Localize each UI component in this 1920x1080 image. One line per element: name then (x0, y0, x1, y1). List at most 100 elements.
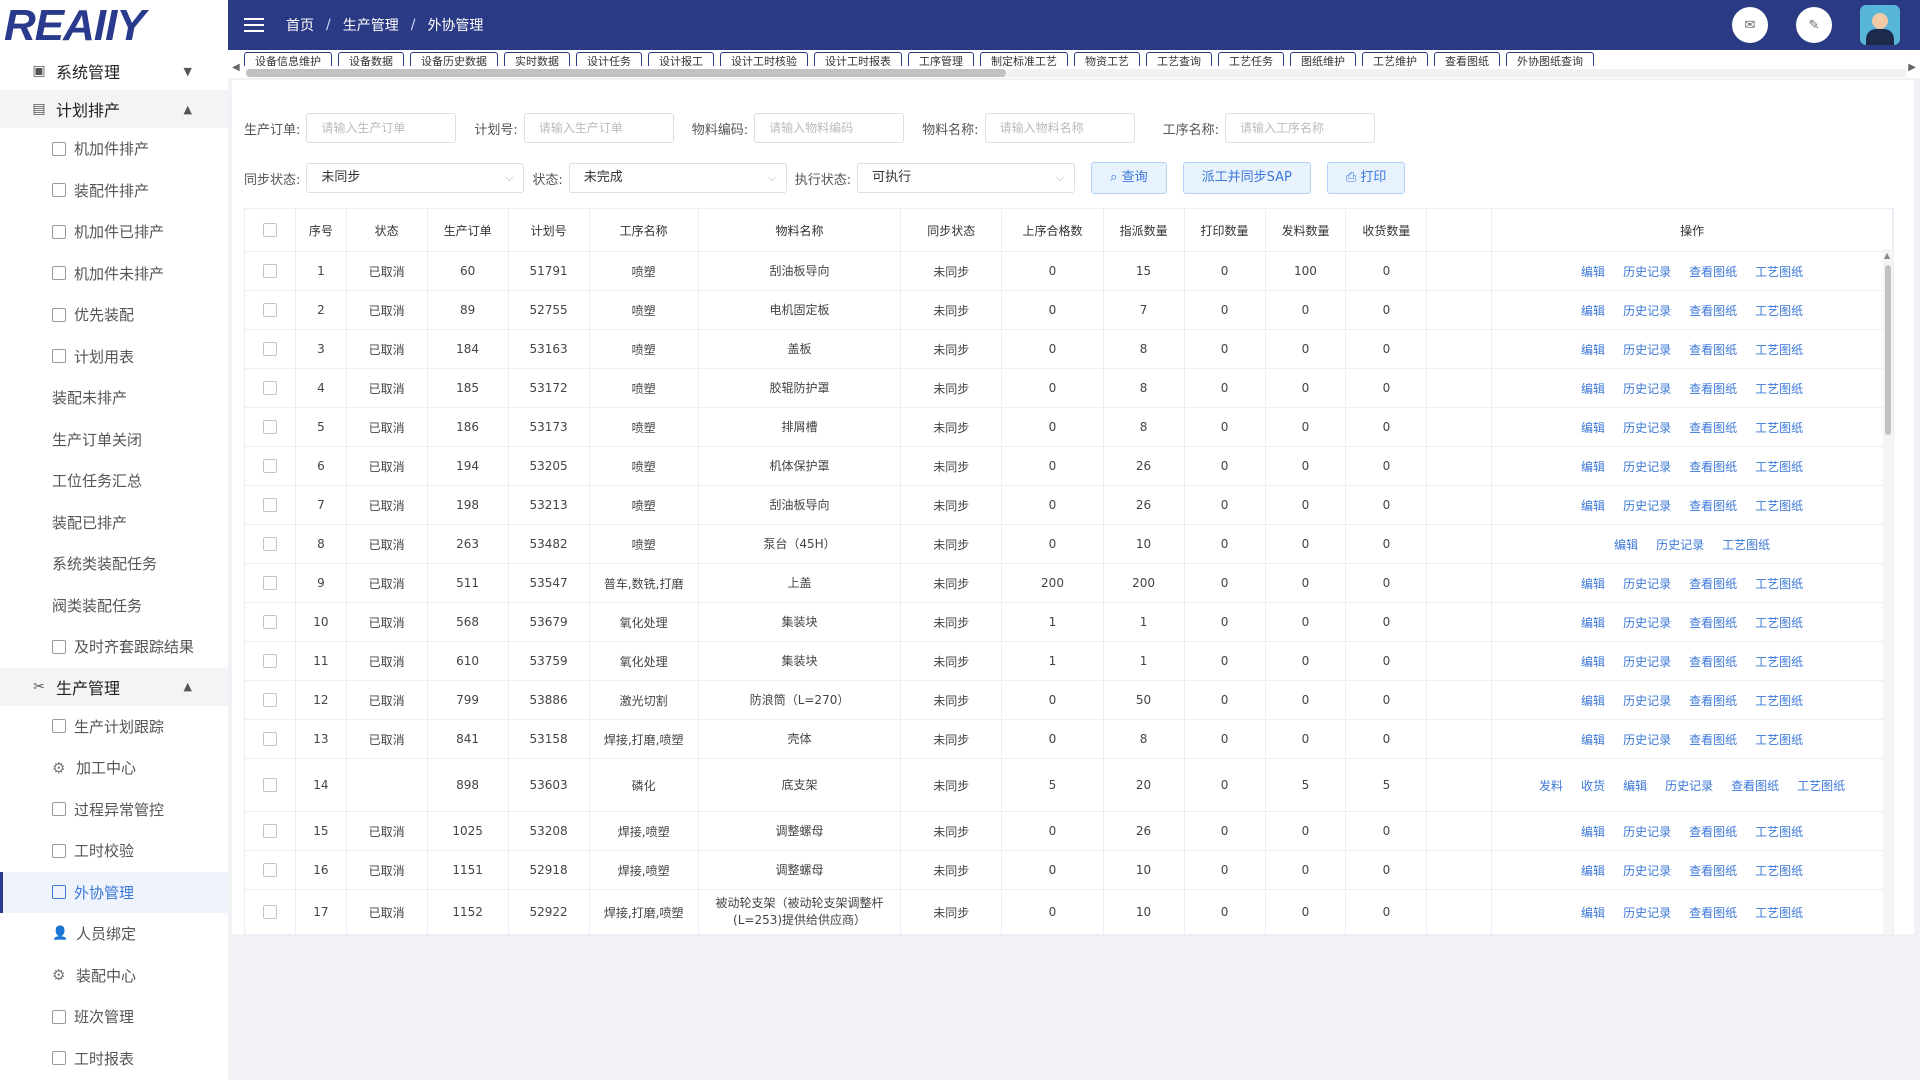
select-all-checkbox[interactable] (263, 223, 278, 238)
row-checkbox[interactable] (263, 381, 278, 396)
tab[interactable]: 外协图纸查询 (1506, 52, 1594, 66)
tab[interactable]: 设备信息维护 (244, 52, 332, 66)
tab[interactable]: 工艺查询 (1146, 52, 1212, 66)
action-link[interactable]: 编辑 (1581, 904, 1605, 921)
row-checkbox[interactable] (263, 459, 278, 474)
action-link[interactable]: 编辑 (1581, 497, 1605, 514)
sidebar-item[interactable]: 过程异常管控 (0, 789, 228, 831)
action-link[interactable]: 编辑 (1581, 302, 1605, 319)
action-link[interactable]: 查看图纸 (1689, 263, 1737, 280)
sync-status-select[interactable]: 未同步 ⌵ (306, 163, 525, 193)
sidebar-item[interactable]: 👤 人员绑定 (0, 913, 228, 955)
mail-icon[interactable]: ✉ (1732, 7, 1768, 43)
sidebar-group[interactable]: ▤ 计划排产 ▲ (0, 90, 228, 128)
order-input[interactable]: 请输入生产订单 (306, 113, 457, 143)
action-link[interactable]: 查看图纸 (1689, 904, 1737, 921)
action-link[interactable]: 历史记录 (1623, 823, 1671, 840)
action-link[interactable]: 历史记录 (1623, 497, 1671, 514)
status-select[interactable]: 未完成 ⌵ (568, 163, 787, 193)
sidebar-item[interactable]: 计划用表 (0, 336, 228, 378)
row-checkbox[interactable] (263, 615, 278, 630)
sidebar-item[interactable]: 机加件未排产 (0, 253, 228, 295)
action-link[interactable]: 历史记录 (1623, 419, 1671, 436)
process-name-input[interactable]: 请输入工序名称 (1224, 113, 1375, 143)
tab[interactable]: 设备数据 (338, 52, 404, 66)
sidebar-item[interactable]: 阀类装配任务 (0, 585, 228, 627)
row-checkbox[interactable] (263, 303, 278, 318)
action-link[interactable]: 工艺图纸 (1755, 302, 1803, 319)
scroll-up-icon[interactable]: ▲ (1884, 251, 1890, 260)
action-link[interactable]: 工艺图纸 (1797, 777, 1845, 794)
edit-icon[interactable]: ✎ (1796, 7, 1832, 43)
row-checkbox[interactable] (263, 654, 278, 669)
action-link[interactable]: 历史记录 (1623, 575, 1671, 592)
action-link[interactable]: 查看图纸 (1689, 731, 1737, 748)
tabs-scrollbar-thumb[interactable] (246, 69, 1006, 77)
action-link[interactable]: 工艺图纸 (1755, 458, 1803, 475)
action-link[interactable]: 工艺图纸 (1755, 862, 1803, 879)
tab[interactable]: 工艺任务 (1218, 52, 1284, 66)
breadcrumb-home[interactable]: 首页 (286, 15, 314, 35)
sidebar-item[interactable]: 生产订单关闭 (0, 419, 228, 461)
tab[interactable]: 设计报工 (648, 52, 714, 66)
table-scrollbar[interactable]: ▲ (1883, 249, 1893, 935)
tabs-scroll-left-icon[interactable]: ◀ (232, 62, 240, 73)
action-link[interactable]: 收货 (1581, 777, 1605, 794)
breadcrumb-production[interactable]: 生产管理 (343, 15, 399, 35)
action-link[interactable]: 编辑 (1614, 536, 1638, 553)
sidebar-group[interactable]: ▣ 系统管理 ▼ (0, 52, 228, 90)
row-checkbox[interactable] (263, 498, 278, 513)
sidebar-item[interactable]: 装配已排产 (0, 502, 228, 544)
tab[interactable]: 设计工时报表 (814, 52, 902, 66)
query-button[interactable]: ⌕ 查询 (1091, 162, 1167, 194)
sidebar-item[interactable]: 工位任务汇总 (0, 460, 228, 502)
action-link[interactable]: 历史记录 (1623, 263, 1671, 280)
action-link[interactable]: 历史记录 (1623, 731, 1671, 748)
exec-status-select[interactable]: 可执行 ⌵ (857, 163, 1076, 193)
tab[interactable]: 设备历史数据 (410, 52, 498, 66)
sidebar-item[interactable]: 外协管理 (0, 871, 228, 913)
tab[interactable]: 设计任务 (576, 52, 642, 66)
row-checkbox[interactable] (263, 264, 278, 279)
action-link[interactable]: 查看图纸 (1689, 302, 1737, 319)
action-link[interactable]: 查看图纸 (1731, 777, 1779, 794)
action-link[interactable]: 编辑 (1581, 575, 1605, 592)
action-link[interactable]: 编辑 (1581, 653, 1605, 670)
print-button[interactable]: ⎙ 打印 (1326, 162, 1406, 194)
tab[interactable]: 查看图纸 (1434, 52, 1500, 66)
action-link[interactable]: 工艺图纸 (1755, 904, 1803, 921)
sidebar-item[interactable]: 机加件排产 (0, 128, 228, 170)
sidebar-item[interactable]: 工时校验 (0, 830, 228, 872)
action-link[interactable]: 查看图纸 (1689, 692, 1737, 709)
action-link[interactable]: 工艺图纸 (1755, 653, 1803, 670)
action-link[interactable]: 历史记录 (1623, 302, 1671, 319)
row-checkbox[interactable] (263, 732, 278, 747)
tab[interactable]: 图纸维护 (1290, 52, 1356, 66)
plan-input[interactable]: 请输入生产订单 (523, 113, 674, 143)
row-checkbox[interactable] (263, 905, 278, 920)
action-link[interactable]: 编辑 (1581, 692, 1605, 709)
sidebar-group[interactable]: ✂ 生产管理 ▲ (0, 667, 228, 706)
row-checkbox[interactable] (263, 824, 278, 839)
dispatch-sync-sap-button[interactable]: 派工并同步SAP (1182, 162, 1311, 194)
action-link[interactable]: 历史记录 (1623, 653, 1671, 670)
row-checkbox[interactable] (263, 420, 278, 435)
row-checkbox[interactable] (263, 693, 278, 708)
sidebar-item[interactable]: 机加件已排产 (0, 211, 228, 253)
action-link[interactable]: 查看图纸 (1689, 380, 1737, 397)
action-link[interactable]: 查看图纸 (1689, 823, 1737, 840)
action-link[interactable]: 查看图纸 (1689, 419, 1737, 436)
action-link[interactable]: 历史记录 (1623, 692, 1671, 709)
action-link[interactable]: 查看图纸 (1689, 575, 1737, 592)
row-checkbox[interactable] (263, 778, 278, 793)
action-link[interactable]: 工艺图纸 (1755, 380, 1803, 397)
sidebar-item[interactable]: 装配件排产 (0, 170, 228, 212)
action-link[interactable]: 历史记录 (1623, 904, 1671, 921)
action-link[interactable]: 发料 (1539, 777, 1563, 794)
sidebar-item[interactable]: 系统类装配任务 (0, 543, 228, 585)
sidebar-item[interactable]: 装配未排产 (0, 377, 228, 419)
tabs-scroll-right-icon[interactable]: ▶ (1908, 62, 1916, 73)
menu-toggle-icon[interactable] (244, 14, 264, 36)
sidebar-item[interactable]: 优先装配 (0, 294, 228, 336)
action-link[interactable]: 历史记录 (1623, 862, 1671, 879)
